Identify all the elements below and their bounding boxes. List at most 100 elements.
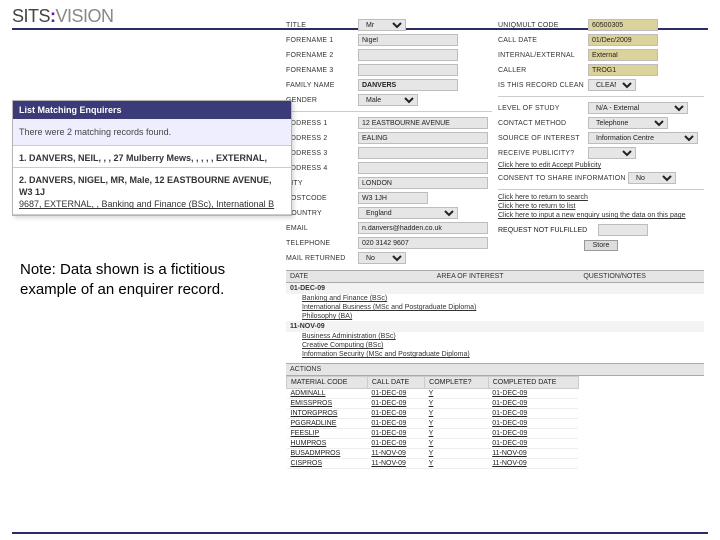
- calls-date-row: 01-DEC-09: [286, 283, 704, 294]
- actions-cell: 01-DEC-09: [367, 409, 424, 419]
- uniqcode-input[interactable]: [588, 19, 658, 31]
- country-select[interactable]: England: [358, 207, 458, 219]
- actions-header: ACTIONS: [286, 363, 704, 376]
- actions-title: ACTIONS: [290, 366, 700, 373]
- return-list-link[interactable]: Click here to return to list: [498, 203, 704, 210]
- match-record-line2: 9687, EXTERNAL, , Banking and Finance (B…: [19, 198, 285, 210]
- address3-input[interactable]: [358, 147, 488, 159]
- mailreturned-select[interactable]: No: [358, 252, 406, 264]
- caller-input[interactable]: [588, 64, 658, 76]
- actions-cell: INTORGPROS: [287, 409, 368, 419]
- meta-col: UNIQMULT CODE CALL DATE INTERNAL/EXTERNA…: [498, 18, 704, 266]
- gender-select[interactable]: Male: [358, 94, 418, 106]
- actions-cell: 11-NOV-09: [488, 449, 578, 459]
- actions-row[interactable]: BUSADMPROS11-NOV-09Y11-NOV-09: [287, 449, 579, 459]
- calls-item[interactable]: Information Security (MSc and Postgradua…: [286, 350, 704, 359]
- new-enquiry-link[interactable]: Click here to input a new enquiry using …: [498, 212, 704, 219]
- actions-cell: 11-NOV-09: [367, 459, 424, 469]
- actions-row[interactable]: ADMINALL01-DEC-09Y01-DEC-09: [287, 389, 579, 399]
- actions-cell: 01-DEC-09: [367, 429, 424, 439]
- postcode-input[interactable]: [358, 192, 428, 204]
- enquirer-form: TITLE Mr FORENAME 1 FORENAME 2 FORENAME …: [286, 18, 704, 469]
- calls-item[interactable]: Business Administration (BSc): [286, 332, 704, 341]
- reqnf-label: REQUEST NOT FULFILLED: [498, 227, 598, 234]
- uniq-label: UNIQMULT CODE: [498, 22, 588, 29]
- actions-cell: 01-DEC-09: [367, 439, 424, 449]
- forename2-input[interactable]: [358, 49, 458, 61]
- actions-row[interactable]: HUMPROS01-DEC-09Y01-DEC-09: [287, 439, 579, 449]
- actions-row[interactable]: FEESLIP01-DEC-09Y01-DEC-09: [287, 429, 579, 439]
- family-input[interactable]: [358, 79, 458, 91]
- email-input[interactable]: [358, 222, 488, 234]
- store-button[interactable]: Store: [584, 240, 619, 251]
- actions-cell: FEESLIP: [287, 429, 368, 439]
- actions-col: CALL DATE: [367, 377, 424, 389]
- address2-input[interactable]: [358, 132, 488, 144]
- address4-input[interactable]: [358, 162, 488, 174]
- a2-label: ADDRESS 2: [286, 135, 358, 142]
- share-select[interactable]: No: [628, 172, 676, 184]
- caller-label: CALLER: [498, 67, 588, 74]
- actions-cell: Y: [425, 399, 489, 409]
- a3-label: ADDRESS 3: [286, 150, 358, 157]
- return-search-link[interactable]: Click here to return to search: [498, 194, 704, 201]
- calls-hdr-date: DATE: [290, 273, 407, 280]
- match-record[interactable]: 1. DANVERS, NEIL, , , 27 Mulberry Mews, …: [13, 146, 291, 168]
- share-label: CONSENT TO SHARE INFORMATION: [498, 175, 628, 182]
- logo-c: VISION: [56, 6, 114, 26]
- clean-select[interactable]: CLEAN: [588, 79, 636, 91]
- intext-input[interactable]: [588, 49, 658, 61]
- actions-col: MATERIAL CODE: [287, 377, 368, 389]
- actions-cell: PGGRADLINE: [287, 419, 368, 429]
- source-select[interactable]: Information Centre: [588, 132, 698, 144]
- actions-col: COMPLETED DATE: [488, 377, 578, 389]
- actions-cell: 11-NOV-09: [367, 449, 424, 459]
- match-record-line1: 2. DANVERS, NIGEL, MR, Male, 12 EASTBOUR…: [19, 174, 285, 198]
- calls-body: 01-DEC-09Banking and Finance (BSc)Intern…: [286, 283, 704, 359]
- mail-label: MAIL RETURNED: [286, 255, 358, 262]
- actions-cell: Y: [425, 459, 489, 469]
- actions-row[interactable]: INTORGPROS01-DEC-09Y01-DEC-09: [287, 409, 579, 419]
- actions-col: COMPLETE?: [425, 377, 489, 389]
- match-record[interactable]: 2. DANVERS, NIGEL, MR, Male, 12 EASTBOUR…: [13, 168, 291, 214]
- actions-row[interactable]: CISPROS11-NOV-09Y11-NOV-09: [287, 459, 579, 469]
- f3-label: FORENAME 3: [286, 67, 358, 74]
- actions-cell: CISPROS: [287, 459, 368, 469]
- city-input[interactable]: [358, 177, 488, 189]
- actions-cell: Y: [425, 439, 489, 449]
- calls-item[interactable]: Banking and Finance (BSc): [286, 294, 704, 303]
- calls-item[interactable]: Philosophy (BA): [286, 312, 704, 321]
- reqnf-input[interactable]: [598, 224, 648, 236]
- actions-cell: BUSADMPROS: [287, 449, 368, 459]
- title-select[interactable]: Mr: [358, 19, 406, 31]
- address1-input[interactable]: [358, 117, 488, 129]
- recpub-select[interactable]: [588, 147, 636, 159]
- contact-select[interactable]: Telephone: [588, 117, 668, 129]
- family-label: FAMILY NAME: [286, 82, 358, 89]
- fictitious-note: Note: Data shown is a fictitious example…: [20, 260, 230, 301]
- f2-label: FORENAME 2: [286, 52, 358, 59]
- level-select[interactable]: N/A - External: [588, 102, 688, 114]
- actions-cell: Y: [425, 409, 489, 419]
- recpub-label: RECEIVE PUBLICITY?: [498, 150, 588, 157]
- calldate-input[interactable]: [588, 34, 658, 46]
- forename3-input[interactable]: [358, 64, 458, 76]
- bottom-rule: [12, 532, 708, 534]
- telephone-input[interactable]: [358, 237, 488, 249]
- identity-col: TITLE Mr FORENAME 1 FORENAME 2 FORENAME …: [286, 18, 492, 266]
- matchbox-msg: There were 2 matching records found.: [13, 119, 291, 146]
- calls-hdr-qn: QUESTION/NOTES: [583, 273, 700, 280]
- calls-hdr-area: AREA OF INTEREST: [437, 273, 554, 280]
- actions-cell: 11-NOV-09: [488, 459, 578, 469]
- actions-row[interactable]: PGGRADLINE01-DEC-09Y01-DEC-09: [287, 419, 579, 429]
- actions-row[interactable]: EMISSPROS01-DEC-09Y01-DEC-09: [287, 399, 579, 409]
- actions-cell: 01-DEC-09: [488, 389, 578, 399]
- edit-publicity-link[interactable]: Click here to edit Accept Publicity: [498, 162, 704, 169]
- tel-label: TELEPHONE: [286, 240, 358, 247]
- calls-item[interactable]: International Business (MSc and Postgrad…: [286, 303, 704, 312]
- actions-cell: 01-DEC-09: [367, 389, 424, 399]
- calls-item[interactable]: Creative Computing (BSc): [286, 341, 704, 350]
- clean-label: IS THIS RECORD CLEAN: [498, 82, 588, 89]
- forename1-input[interactable]: [358, 34, 458, 46]
- matchbox-title: List Matching Enquirers: [13, 101, 291, 119]
